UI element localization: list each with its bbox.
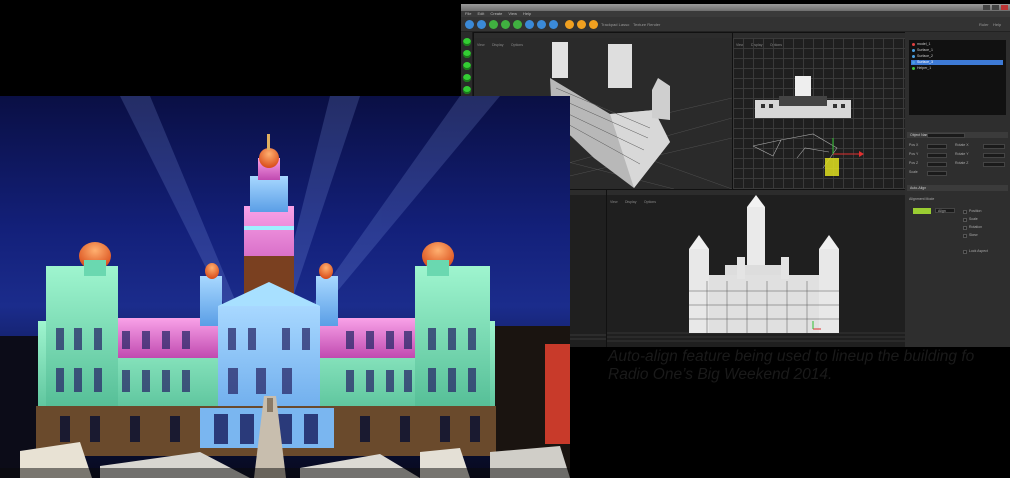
camera-tool-icon[interactable] [537, 20, 546, 29]
title-bar [461, 4, 1010, 11]
alignment-label: Alignment Mode [909, 197, 935, 201]
layer-color-icon [912, 67, 915, 70]
close-icon[interactable] [1001, 5, 1008, 10]
rotate-y-field[interactable] [983, 153, 1005, 158]
add-icon[interactable] [463, 86, 471, 94]
toolbar-label-lasso: Trackpad Lasso [601, 22, 630, 27]
toolbar: Trackpad Lasso Texture Render Ruler Help [461, 17, 1010, 32]
scale-field[interactable] [927, 171, 947, 176]
option-checkbox[interactable] [963, 226, 967, 230]
field-label: Pos Z [909, 161, 919, 165]
field-label: Rotate Z [955, 161, 969, 165]
render-tool-icon[interactable] [525, 20, 534, 29]
option-label: Rotation [969, 225, 983, 229]
layer-color-icon [912, 49, 915, 52]
layer-color-icon [912, 61, 915, 64]
field-label: Pos X [909, 143, 919, 147]
light-tool-icon[interactable] [549, 20, 558, 29]
image-caption: Auto-align feature being used to lineup … [608, 348, 1008, 384]
add-icon[interactable] [463, 38, 471, 46]
field-label: Pos Y [909, 152, 919, 156]
field-label: Rotate X [955, 143, 969, 147]
toolbar-label-help: Help [993, 22, 1002, 27]
rotate-x-field[interactable] [983, 144, 1005, 149]
layer-item[interactable]: Surface_1 [911, 48, 1003, 53]
option-label: Scale [969, 217, 978, 221]
lock-label: Lock Aspect [969, 249, 988, 253]
lasso-tool-icon[interactable] [589, 20, 598, 29]
maximize-icon[interactable] [992, 5, 999, 10]
snap-tool-icon[interactable] [513, 20, 522, 29]
layer-color-icon [912, 43, 915, 46]
layer-item[interactable]: model_1 [911, 42, 1003, 47]
select-tool-icon[interactable] [465, 20, 474, 29]
auto-align-header: Auto-Align [907, 185, 1008, 191]
add-icon[interactable] [463, 74, 471, 82]
section-label: Auto-Align [910, 186, 927, 190]
pos-y-field[interactable] [927, 153, 947, 158]
layer-item[interactable]: Helper_1 [911, 66, 1003, 71]
rotate-z-field[interactable] [983, 162, 1005, 167]
scale-tool-icon[interactable] [501, 20, 510, 29]
option-checkbox[interactable] [963, 218, 967, 222]
option-checkbox[interactable] [963, 234, 967, 238]
layer-color-icon [912, 55, 915, 58]
minimize-icon[interactable] [983, 5, 990, 10]
object-name-field[interactable] [927, 133, 965, 138]
add-icon[interactable] [463, 50, 471, 58]
top-model [752, 76, 864, 176]
field-label: Rotate Y [955, 152, 969, 156]
pos-x-field[interactable] [927, 144, 947, 149]
toolbar-label-texture: Texture Render [633, 22, 661, 27]
pos-z-field[interactable] [927, 162, 947, 167]
material-tool-icon[interactable] [577, 20, 586, 29]
toolbar-label-ruler: Ruler [979, 22, 989, 27]
city-chambers-projection-photo [0, 96, 570, 478]
texture-tool-icon[interactable] [565, 20, 574, 29]
option-checkbox[interactable] [963, 210, 967, 214]
layer-item-selected[interactable]: Surface_3 [911, 60, 1003, 65]
field-label: Scale [909, 170, 918, 174]
layer-list: model_1 Surface_1 Surface_2 Surface_3 He… [909, 40, 1006, 115]
building-illustration [0, 96, 570, 478]
option-label: Skew [969, 233, 978, 237]
layer-name: Surface_3 [917, 60, 933, 64]
lock-checkbox[interactable] [963, 250, 967, 254]
layer-name: Helper_1 [917, 66, 932, 70]
caption-line-1: Auto-align feature being used to lineup … [608, 348, 975, 365]
layer-name: Surface_1 [917, 48, 933, 52]
properties-panel: model_1 Surface_1 Surface_2 Surface_3 He… [905, 32, 1010, 347]
add-icon[interactable] [463, 62, 471, 70]
front-model [607, 195, 905, 342]
move-tool-icon[interactable] [477, 20, 486, 29]
layer-item[interactable]: Surface_2 [911, 54, 1003, 59]
top-viewport[interactable]: View Display Options [732, 32, 906, 190]
align-button-label: Align [938, 209, 946, 213]
option-label: Position [969, 209, 982, 213]
layer-name: model_1 [917, 42, 931, 46]
align-button[interactable]: Align [935, 208, 955, 213]
front-viewport[interactable]: View Display Options [606, 189, 906, 347]
rotate-tool-icon[interactable] [489, 20, 498, 29]
layer-name: Surface_2 [917, 54, 933, 58]
caption-line-2: Radio One’s Big Weekend 2014. [608, 366, 833, 383]
align-color-swatch[interactable] [913, 208, 931, 214]
